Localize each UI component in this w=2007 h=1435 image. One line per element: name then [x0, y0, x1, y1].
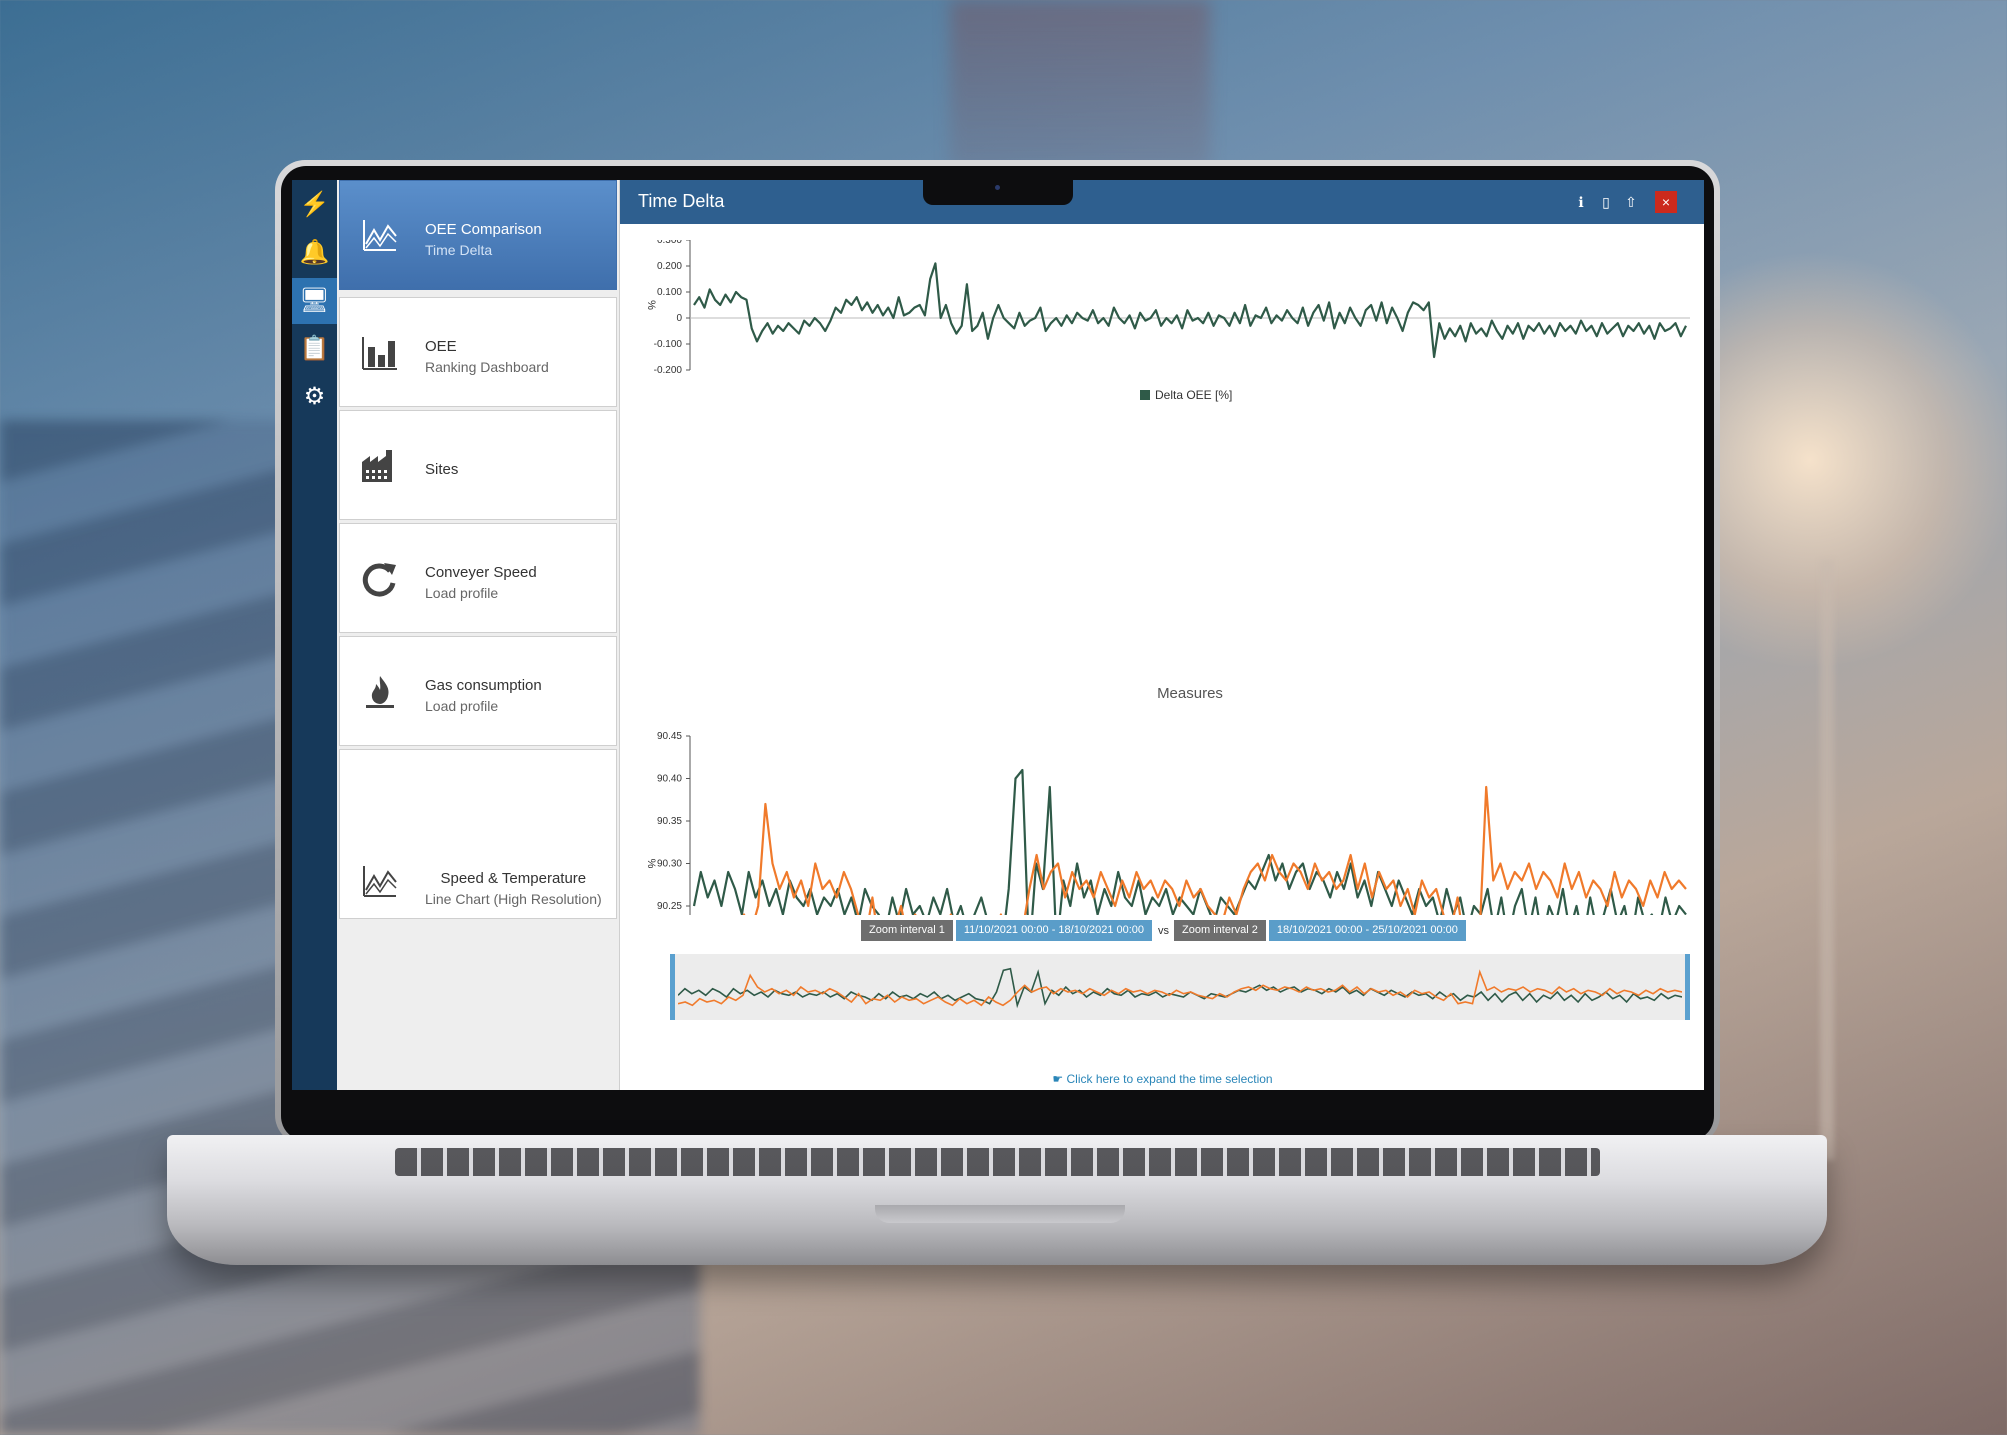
factory-icon: [362, 450, 392, 482]
dashboard-card-title: Sites: [425, 461, 459, 478]
close-icon: ×: [1661, 194, 1671, 210]
dashboard-card-subtitle: Ranking Dashboard: [425, 359, 549, 375]
y-tick-label: 0.100: [657, 287, 682, 298]
bar-chart-icon: [362, 337, 397, 370]
dashboard-card-text: Gas consumption Load profile: [425, 675, 542, 717]
page-title: Time Delta: [638, 191, 725, 211]
zoom-interval-1-range[interactable]: 11/10/2021 00:00 - 18/10/2021 00:00: [955, 920, 1153, 941]
pointer-hand-icon: ☛: [1052, 1072, 1067, 1086]
dashboard-card-1[interactable]: OEE Comparison Time Delta: [339, 180, 617, 290]
line-chart-icon: [363, 220, 397, 251]
main-content: Time Delta ℹ ▯ ⇧ × % 0.300 0.200 0.100 0 -0.1…: [619, 180, 1704, 1090]
background-wind-turbine: [1820, 560, 1834, 1160]
dashboard-card-subtitle: Load profile: [425, 698, 499, 714]
y-tick-label: -0.100: [654, 339, 683, 350]
background-power-tower: [950, 0, 1210, 170]
rail-gears-button[interactable]: ⚙: [292, 374, 337, 420]
rail-clipboard-button[interactable]: 📋: [292, 326, 337, 372]
y-tick-label: 90.45: [657, 731, 682, 742]
dashboard-card-4[interactable]: Conveyer Speed Load profile: [339, 523, 617, 633]
y-tick-label: 0.300: [657, 240, 682, 246]
zoom-interval-bar: Zoom interval 1 11/10/2021 00:00 - 18/10…: [861, 919, 1469, 942]
navigator-line-1: [678, 967, 1682, 1009]
dashboard-card-subtitle: Load profile: [425, 585, 499, 601]
dashboard-card-text: OEE Ranking Dashboard: [425, 336, 549, 378]
dashboard-card-subtitle: Time Delta: [425, 242, 493, 258]
y-tick-label: 90.30: [657, 859, 682, 870]
navigator-series: [678, 967, 1682, 1009]
bolt-icon: ⚡: [299, 191, 330, 218]
dashboard-card-title: Conveyer Speed: [425, 564, 537, 581]
close-button[interactable]: ×: [1655, 191, 1677, 213]
clipboard-icon: 📋: [299, 335, 330, 362]
dashboard-card-text: Speed & Temperature Line Chart (High Reso…: [425, 868, 602, 910]
navigator-line-2: [678, 969, 1682, 1007]
dashboard-card-title: OEE: [425, 338, 457, 355]
dashboard-card-text: Sites: [425, 459, 458, 480]
y-tick-label: -0.200: [654, 365, 683, 376]
y-axis-label: %: [645, 859, 657, 869]
refresh-icon: [362, 563, 396, 597]
dashboard-card-5[interactable]: Gas consumption Load profile: [339, 636, 617, 746]
time-navigator[interactable]: [670, 954, 1690, 1020]
navigator-left-handle[interactable]: [670, 954, 675, 1020]
dashboard-panel: OEE Comparison Time Delta OEE Ranking Dashb…: [337, 180, 619, 1090]
zoom-interval-2-range[interactable]: 18/10/2021 00:00 - 25/10/2021 00:00: [1268, 920, 1466, 941]
expand-time-selection-text: Click here to expand the time selection: [1066, 1072, 1273, 1086]
export-icon: ⇧: [1625, 194, 1637, 210]
dashboard-card-6[interactable]: Speed & Temperature Line Chart (High Reso…: [339, 749, 617, 919]
rail-bolt-button[interactable]: ⚡: [292, 182, 337, 228]
zoom-vs-label: vs: [1158, 924, 1170, 937]
info-button[interactable]: ℹ: [1572, 193, 1590, 211]
flame-icon: [366, 676, 394, 708]
legend-label[interactable]: Delta OEE [%]: [1155, 388, 1232, 402]
monitor-icon: 🖥: [299, 287, 330, 314]
rail-monitor-button[interactable]: 🖥: [292, 278, 337, 324]
window-header: Time Delta ℹ ▯ ⇧ ×: [620, 180, 1704, 224]
y-tick-label: 90.40: [657, 774, 682, 785]
dashboard-card-3[interactable]: Sites: [339, 410, 617, 520]
export-button[interactable]: ⇧: [1622, 193, 1640, 211]
camera-notch: [923, 180, 1073, 205]
bell-icon: 🔔: [299, 239, 330, 266]
laptop-open-notch: [875, 1205, 1125, 1223]
dashboard-card-2[interactable]: OEE Ranking Dashboard: [339, 297, 617, 407]
measures-chart: %90.4590.4090.3590.3090.2590.2090.15Meas…: [645, 685, 1687, 915]
zoom-interval-1-label: Zoom interval 1: [861, 920, 953, 941]
chart-title: Measures: [1157, 685, 1223, 702]
y-tick-label: 0.200: [657, 261, 682, 272]
rail-bell-button[interactable]: 🔔: [292, 230, 337, 276]
dashboard-card-subtitle: Line Chart (High Resolution): [425, 891, 602, 907]
y-tick-label: 90.35: [657, 816, 682, 827]
info-icon: ℹ: [1578, 194, 1584, 210]
app-screen: ⚡ 🔔 🖥 📋 ⚙ OEE Comparison Time Delta OEE Ranking…: [292, 180, 1704, 1090]
series-line-2: [742, 785, 1687, 915]
y-tick-label: 0: [676, 313, 682, 324]
series-line-1: [692, 768, 1687, 915]
dashboard-card-title: Speed & Temperature: [440, 870, 587, 887]
series-line-1: [693, 262, 1687, 359]
pdf-icon: ▯: [1602, 194, 1610, 210]
laptop-keyboard: [395, 1148, 1600, 1176]
dashboard-card-text: OEE Comparison Time Delta: [425, 219, 542, 261]
zoom-interval-2-label: Zoom interval 2: [1174, 920, 1266, 941]
dashboard-card-title: Gas consumption: [425, 677, 542, 694]
navigator-right-handle[interactable]: [1685, 954, 1690, 1020]
dashboard-card-title: OEE Comparison: [425, 221, 542, 238]
pdf-button[interactable]: ▯: [1597, 193, 1615, 211]
expand-time-selection-link[interactable]: ☛ Click here to expand the time selectio…: [620, 1072, 1704, 1086]
legend-swatch: [1140, 390, 1150, 400]
y-axis-label: %: [645, 300, 657, 310]
y-tick-label: 90.25: [657, 901, 682, 912]
icon-rail: ⚡ 🔔 🖥 📋 ⚙: [292, 180, 337, 1090]
dashboard-card-text: Conveyer Speed Load profile: [425, 562, 537, 604]
line-chart-icon: [363, 866, 397, 897]
gears-icon: ⚙: [303, 383, 326, 410]
camera-icon: [995, 185, 1000, 190]
